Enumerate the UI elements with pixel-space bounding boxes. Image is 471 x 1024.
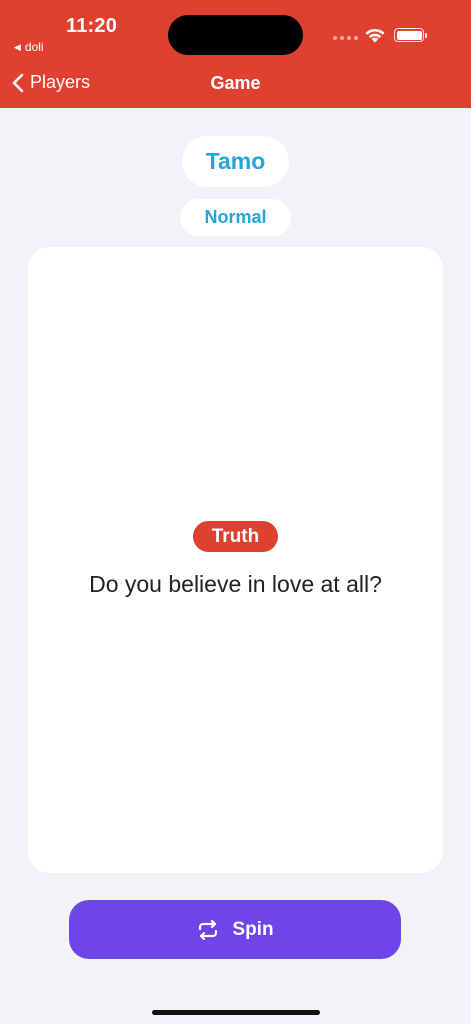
truth-badge: Truth [193,521,278,552]
navigation-header: 11:20 ◀ doli Players Game [0,0,471,108]
repeat-icon [199,919,218,940]
status-time: 11:20 [66,15,118,37]
battery-icon [394,28,427,42]
question-card [28,247,443,873]
status-back-app-label: doli [24,40,44,54]
question-text: Do you believe in love at all? [89,571,382,597]
cellular-signal-icon [333,36,358,40]
status-back-to-app[interactable]: ◀ doli [14,40,44,54]
wifi-icon [365,28,385,43]
spin-button[interactable]: Spin [69,900,401,959]
home-indicator[interactable] [152,1010,320,1015]
back-triangle-icon: ◀ [14,41,21,52]
current-player-pill: Tamo [182,136,289,187]
dynamic-island [168,15,303,55]
page-title: Game [210,73,261,93]
game-mode-pill: Normal [180,199,291,236]
spin-button-label: Spin [232,918,274,940]
